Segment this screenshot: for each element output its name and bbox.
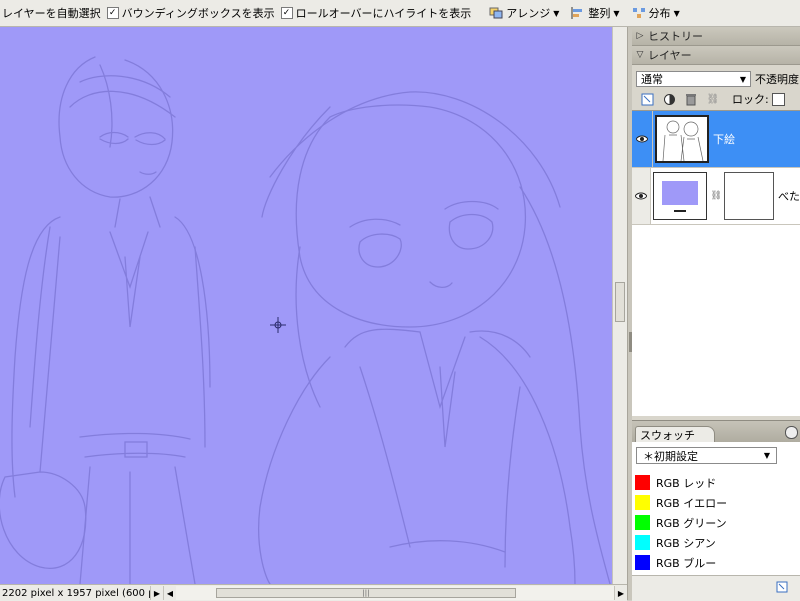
dropdown-arrow-icon: ▼ <box>763 451 770 460</box>
auto-select-label: レイヤーを自動選択 <box>2 7 101 20</box>
right-panel: ▷ ヒストリー ▽ レイヤー 通常 ▼ 不透明度 ⛓ ロック: 下絵 ⛓ べた … <box>632 27 800 601</box>
collapse-down-icon: ▽ <box>636 50 644 60</box>
swatch-item[interactable]: RGB グリーン <box>632 513 800 533</box>
swatches-footer <box>632 575 800 601</box>
swatch-item[interactable]: RGB イエロー <box>632 493 800 513</box>
document-size-text: 2202 pixel x 1957 pixel (600 ppi) <box>2 587 150 599</box>
blend-mode-value: 通常 <box>641 73 663 86</box>
swatch-item[interactable]: RGB ブルー <box>632 553 800 573</box>
lock-label: ロック: <box>732 93 769 106</box>
rollover-label: ロールオーバーにハイライトを表示 <box>295 7 472 20</box>
vertical-scroll-thumb[interactable] <box>615 282 625 322</box>
bounding-box-checkbox[interactable]: ✓ <box>106 7 119 19</box>
layers-list: 下絵 ⛓ べた <box>632 110 800 416</box>
layers-title: レイヤー <box>648 49 692 62</box>
blend-row: 通常 ▼ 不透明度 <box>632 69 800 89</box>
trash-icon[interactable] <box>684 92 698 106</box>
lock-transparency-checkbox[interactable] <box>771 92 785 106</box>
layers-panel-header[interactable]: ▽ レイヤー <box>632 46 800 65</box>
eye-icon[interactable] <box>632 111 653 167</box>
adjustment-layer-icon[interactable] <box>662 92 676 106</box>
layer-mask-thumbnail[interactable] <box>723 172 774 220</box>
swatch-list: RGB レッド RGB イエロー RGB グリーン RGB シアン RGB ブル… <box>632 473 800 575</box>
opacity-label: 不透明度 <box>755 73 799 86</box>
vertical-scrollbar[interactable] <box>612 27 628 584</box>
blend-mode-select[interactable]: 通常 ▼ <box>636 71 751 87</box>
arrange-icon <box>489 7 503 19</box>
bounding-box-option[interactable]: ✓ バウンディングボックスを表示 <box>106 5 275 21</box>
arrange-label: アレンジ <box>506 7 551 20</box>
distribute-menu-button[interactable]: 分布 ▼ <box>632 5 680 21</box>
distribute-icon <box>632 8 645 18</box>
swatch-label: RGB シアン <box>656 536 716 550</box>
layer-thumbnail <box>653 172 708 220</box>
swatch-preset-select[interactable]: ＊初期設定 ▼ <box>636 447 777 464</box>
swatch-label: RGB イエロー <box>656 496 728 510</box>
rollover-option[interactable]: ✓ ロールオーバーにハイライトを表示 <box>280 5 472 21</box>
swatch-chip <box>635 555 650 570</box>
layer-name: 下絵 <box>713 133 735 146</box>
swatch-label: RGB グリーン <box>656 516 727 530</box>
layer-tools-row: ⛓ ロック: <box>632 89 800 109</box>
panel-menu-icon[interactable] <box>785 426 798 439</box>
layer-thumbnail <box>655 115 709 163</box>
history-title: ヒストリー <box>648 30 703 43</box>
swatch-chip <box>635 495 650 510</box>
swatch-chip <box>635 475 650 490</box>
swatches-panel: ＊初期設定 ▼ RGB レッド RGB イエロー RGB グリーン RGB シア… <box>632 442 800 601</box>
align-label: 整列 <box>588 7 611 20</box>
collapse-right-icon: ▷ <box>636 31 644 41</box>
status-menu-arrow-icon[interactable]: ▶ <box>150 586 163 600</box>
swatch-chip <box>635 535 650 550</box>
swatches-panel-header: スウォッチ <box>632 420 800 443</box>
align-menu-button[interactable]: 整列 ▼ <box>571 5 620 21</box>
arrange-menu-button[interactable]: アレンジ ▼ <box>489 5 559 21</box>
swatch-preset-value: ＊初期設定 <box>643 449 698 463</box>
layer-name: べた <box>778 190 800 203</box>
swatch-chip <box>635 515 650 530</box>
scroll-right-arrow-icon[interactable]: ▶ <box>614 586 627 600</box>
crosshair-cursor <box>270 317 286 333</box>
auto-select-option[interactable]: レイヤーを自動選択 <box>2 5 101 21</box>
align-icon <box>571 7 583 19</box>
swatch-item[interactable]: RGB シアン <box>632 533 800 553</box>
tab-swatches[interactable]: スウォッチ <box>635 426 715 442</box>
link-icon[interactable]: ⛓ <box>706 92 720 106</box>
new-swatch-icon[interactable] <box>776 581 788 593</box>
swatch-label: RGB レッド <box>656 476 717 490</box>
layer-row-beta[interactable]: ⛓ べた <box>632 168 800 225</box>
sketch-artwork <box>0 56 611 584</box>
document-canvas[interactable] <box>0 27 612 584</box>
swatch-label: RGB ブルー <box>656 556 717 570</box>
align-caret-icon: ▼ <box>613 8 620 18</box>
arrange-caret-icon: ▼ <box>553 8 560 18</box>
horizontal-scrollbar[interactable]: ||| <box>176 586 614 600</box>
swatch-item[interactable]: RGB レッド <box>632 473 800 493</box>
distribute-caret-icon: ▼ <box>673 8 680 18</box>
bounding-box-label: バウンディングボックスを表示 <box>121 7 275 20</box>
horizontal-scroll-thumb[interactable]: ||| <box>216 588 516 598</box>
layer-row-shitae[interactable]: 下絵 <box>632 111 800 168</box>
dropdown-arrow-icon: ▼ <box>739 74 746 84</box>
distribute-label: 分布 <box>648 7 671 20</box>
eye-icon[interactable] <box>632 168 652 224</box>
history-panel-header[interactable]: ▷ ヒストリー <box>632 27 800 46</box>
rollover-checkbox[interactable]: ✓ <box>280 7 293 19</box>
option-bar: レイヤーを自動選択 ✓ バウンディングボックスを表示 ✓ ロールオーバーにハイラ… <box>0 0 800 27</box>
new-layer-icon[interactable] <box>640 92 654 106</box>
swatches-title: スウォッチ <box>640 428 695 442</box>
status-bar: 2202 pixel x 1957 pixel (600 ppi) ▶ ◀ ||… <box>0 584 627 601</box>
scroll-left-arrow-icon[interactable]: ◀ <box>163 586 176 600</box>
mask-link-icon[interactable]: ⛓ <box>710 191 721 201</box>
